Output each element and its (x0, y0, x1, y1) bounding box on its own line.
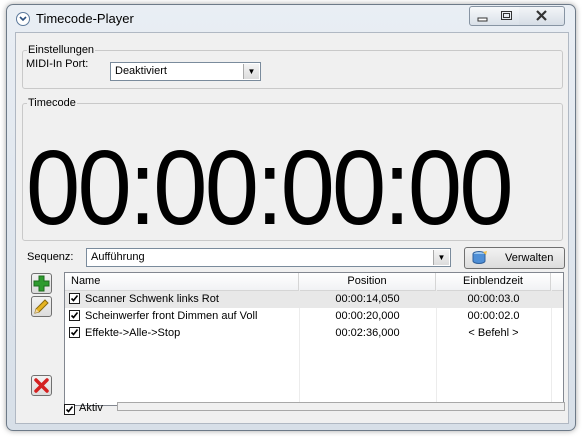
client-area: Einstellungen MIDI-In Port: Deaktiviert … (15, 32, 569, 424)
window-title: Timecode-Player (36, 11, 134, 26)
sequence-label: Sequenz: (27, 251, 74, 263)
cue-name: Scheinwerfer front Dimmen auf Voll (85, 310, 258, 322)
plus-icon (33, 275, 50, 292)
minimize-button[interactable] (469, 6, 496, 26)
edit-cue-button[interactable] (31, 296, 52, 317)
cue-fade-time: < Befehl > (468, 327, 519, 339)
midi-port-label: MIDI-In Port: (26, 58, 89, 70)
active-label: Aktiv (79, 402, 103, 414)
cue-list[interactable]: Name Position Einblendzeit Scanner Schwe… (64, 272, 564, 406)
title-bar[interactable]: Timecode-Player (7, 5, 575, 32)
sequence-value: Aufführung (91, 251, 145, 263)
manage-button-label: Verwalten (505, 252, 554, 264)
cue-position: 00:02:36,000 (335, 327, 400, 339)
manage-button[interactable]: Verwalten (464, 247, 565, 269)
close-icon (536, 10, 547, 21)
cue-list-header: Name Position Einblendzeit (65, 273, 563, 291)
settings-legend: Einstellungen (28, 44, 95, 56)
column-header-position[interactable]: Position (299, 273, 436, 290)
add-cue-button[interactable] (31, 273, 52, 294)
cue-fade-time: 00:00:03.0 (467, 293, 520, 305)
pencil-icon (34, 299, 49, 314)
midi-port-value: Deaktiviert (115, 65, 167, 77)
cue-row[interactable]: Scanner Schwenk links Rot 00:00:14,050 0… (65, 291, 563, 308)
active-checkbox[interactable] (64, 404, 75, 415)
column-header-name[interactable]: Name (65, 273, 299, 290)
cue-row[interactable]: Effekte->Alle->Stop 00:02:36,000 < Befeh… (65, 325, 563, 342)
close-button[interactable] (519, 6, 565, 26)
cue-enabled-checkbox[interactable] (69, 327, 80, 338)
cue-position: 00:00:14,050 (335, 293, 400, 305)
delete-icon (34, 378, 49, 393)
chevron-down-icon[interactable]: ▼ (433, 250, 449, 265)
settings-group: Einstellungen (22, 44, 563, 89)
midi-port-select[interactable]: Deaktiviert ▼ (110, 62, 261, 81)
database-icon (472, 251, 488, 268)
cue-enabled-checkbox[interactable] (69, 293, 80, 304)
app-menu-icon[interactable] (16, 12, 30, 26)
column-header-fade[interactable]: Einblendzeit (436, 273, 551, 290)
timecode-display: 00:00:00:00 (26, 129, 514, 247)
cue-position: 00:00:20,000 (335, 310, 400, 322)
timecode-player-window: Timecode-Player Einstellungen MIDI-In Po… (6, 4, 576, 431)
cue-name: Scanner Schwenk links Rot (85, 293, 219, 305)
maximize-button[interactable] (494, 6, 520, 26)
chevron-down-icon[interactable]: ▼ (243, 64, 259, 79)
maximize-icon (501, 11, 512, 20)
minimize-icon (477, 17, 488, 22)
cue-fade-time: 00:00:02.0 (467, 310, 520, 322)
cue-enabled-checkbox[interactable] (69, 310, 80, 321)
timecode-legend: Timecode (28, 97, 76, 109)
cue-name: Effekte->Alle->Stop (85, 327, 181, 339)
cue-row[interactable]: Scheinwerfer front Dimmen auf Voll 00:00… (65, 308, 563, 325)
sequence-select[interactable]: Aufführung ▼ (86, 248, 451, 267)
status-bar (117, 402, 565, 411)
delete-cue-button[interactable] (31, 375, 52, 396)
